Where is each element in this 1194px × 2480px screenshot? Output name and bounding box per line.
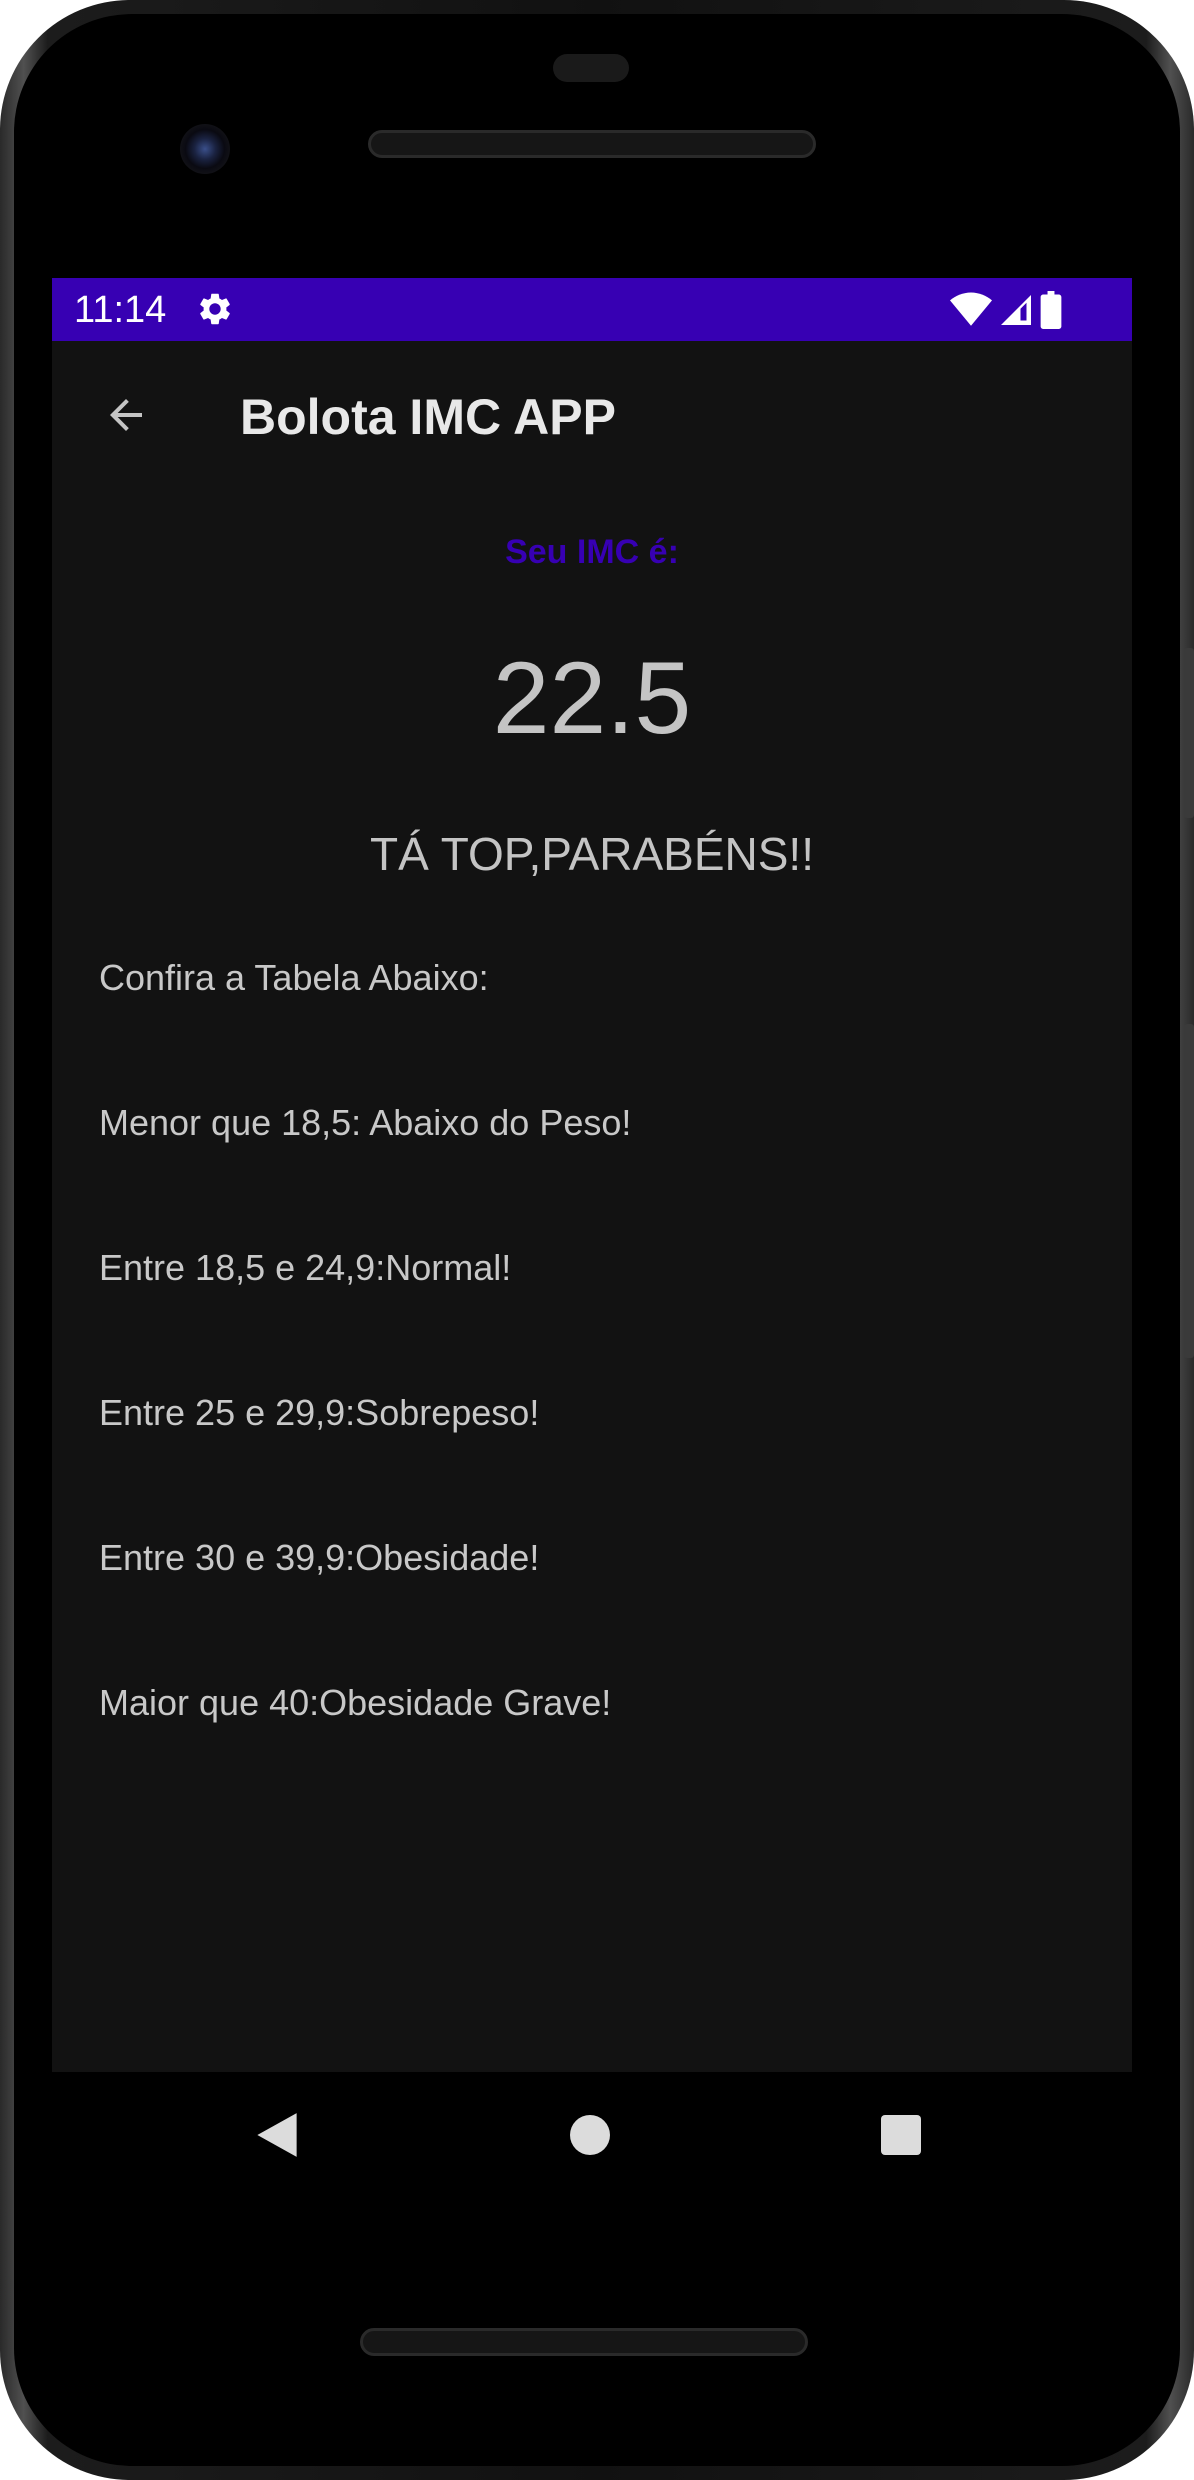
home-nav-icon bbox=[570, 2115, 610, 2155]
gear-icon bbox=[200, 293, 230, 325]
bottom-speaker bbox=[360, 2328, 808, 2356]
imc-status-message: TÁ TOP,PARABÉNS!! bbox=[370, 828, 814, 880]
power-button bbox=[1184, 648, 1194, 818]
imc-value: 22.5 bbox=[492, 641, 692, 755]
table-row-underweight: Menor que 18,5: Abaixo do Peso! bbox=[99, 1102, 632, 1143]
front-camera bbox=[180, 124, 230, 174]
battery-icon bbox=[1040, 291, 1062, 329]
back-button[interactable] bbox=[92, 381, 160, 449]
recents-nav-button[interactable] bbox=[866, 2100, 936, 2170]
wifi-icon bbox=[950, 292, 992, 326]
app-bar: Bolota IMC APP bbox=[52, 341, 1132, 488]
back-nav-icon bbox=[257, 2113, 297, 2157]
app-title: Bolota IMC APP bbox=[240, 389, 616, 445]
table-row-normal: Entre 18,5 e 24,9:Normal! bbox=[99, 1247, 512, 1288]
arrow-back-icon bbox=[110, 399, 142, 431]
table-header: Confira a Tabela Abaixo: bbox=[99, 957, 489, 998]
recents-nav-icon bbox=[881, 2115, 921, 2155]
table-row-severe-obesity: Maior que 40:Obesidade Grave! bbox=[99, 1682, 612, 1723]
imc-label: Seu IMC é: bbox=[505, 533, 679, 571]
earpiece-speaker bbox=[368, 130, 816, 158]
volume-button bbox=[1184, 1024, 1194, 1358]
table-row-obesity: Entre 30 e 39,9:Obesidade! bbox=[99, 1537, 540, 1578]
screen: 11:14 Bolota IMC APP Seu IMC é: 22.5 TÁ … bbox=[52, 278, 1132, 2072]
status-bar: 11:14 bbox=[52, 278, 1132, 341]
signal-icon bbox=[1001, 295, 1031, 325]
navigation-bar bbox=[52, 2072, 1132, 2198]
back-nav-button[interactable] bbox=[242, 2100, 312, 2170]
home-nav-button[interactable] bbox=[555, 2100, 625, 2170]
proximity-sensor bbox=[553, 54, 629, 82]
status-icons bbox=[950, 290, 1062, 330]
table-row-overweight: Entre 25 e 29,9:Sobrepeso! bbox=[99, 1392, 540, 1433]
status-time: 11:14 bbox=[74, 289, 167, 331]
